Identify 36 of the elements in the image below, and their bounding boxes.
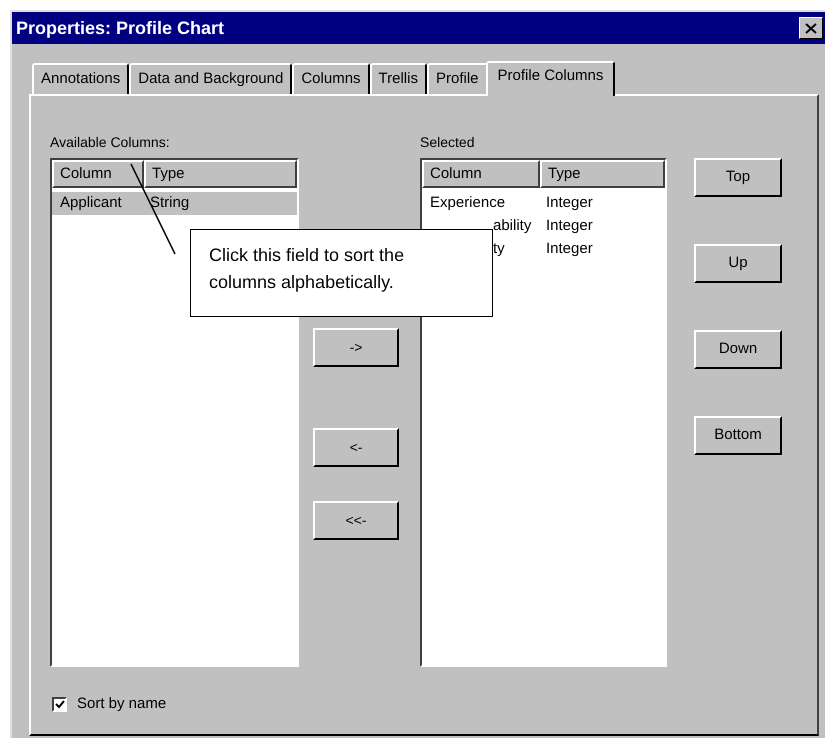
order-button[interactable]: Top [694,158,782,197]
column-header[interactable]: Type [144,160,297,188]
cell-text: Integer [545,239,593,260]
order-button[interactable]: Bottom [694,416,782,455]
checkbox-label: Sort by name [77,694,166,714]
column-header[interactable]: Column [52,160,144,188]
order-button[interactable]: Up [694,244,782,283]
move-button[interactable]: <<- [313,501,399,540]
tab[interactable]: Profile Columns [486,61,616,96]
tab[interactable]: Columns [292,63,370,94]
callout-tooltip: Click this field to sort the columns alphabetically. [190,229,493,317]
tab[interactable]: Trellis [370,63,427,94]
list-label: Selected [420,133,476,152]
cell-text: ty [492,239,506,260]
checkmark-icon [54,700,64,709]
move-button[interactable]: <- [313,428,399,467]
column-header[interactable]: Type [540,160,665,188]
cell-text: Experience [429,193,506,214]
close-button[interactable] [799,17,823,39]
cell-text: Applicant [59,193,123,214]
checkbox[interactable] [52,696,67,712]
cell-text: ability [492,216,532,236]
tab[interactable]: Annotations [32,63,130,94]
list-row[interactable]: Applicant String [52,192,297,215]
cell-text: String [149,193,190,214]
selected-columns-list[interactable]: Column Type Experience Integer ability Integer ty Integer [420,158,667,667]
tab[interactable]: Data and Background [129,63,292,94]
move-button[interactable]: -> [313,328,399,367]
column-header[interactable]: Column [422,160,540,188]
tab[interactable]: Profile [426,63,488,94]
close-icon [805,22,817,34]
list-label: Available Columns: [50,133,171,152]
cell-text: Integer [545,216,593,236]
order-button[interactable]: Down [694,330,782,369]
cell-text: Integer [545,193,593,214]
window-title: Properties: Profile Chart [16,16,224,40]
